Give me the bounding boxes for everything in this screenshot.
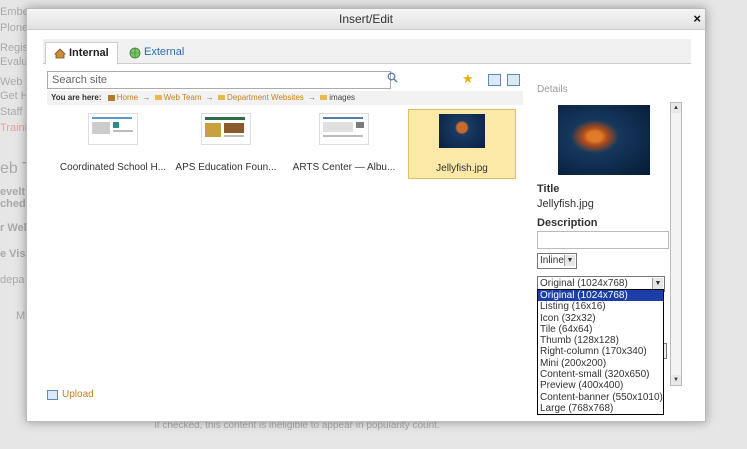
jellyfish-thumbnail (439, 114, 485, 148)
align-select-value: Inline (540, 255, 564, 266)
bg-text: Regis (0, 42, 28, 54)
title-value: Jellyfish.jpg (537, 198, 594, 210)
search-icon[interactable] (387, 72, 398, 83)
bg-text: evelt (0, 186, 26, 198)
align-select[interactable]: Inline ▼ (537, 253, 577, 269)
bg-text: eb Te (0, 160, 28, 177)
grid-view-icon[interactable] (507, 74, 520, 86)
list-view-icon[interactable] (488, 74, 501, 86)
list-item-selected[interactable]: Jellyfish.jpg (408, 109, 516, 179)
bg-text: M (16, 310, 26, 322)
description-label: Description (537, 217, 598, 229)
scroll-up-icon[interactable]: ▲ (671, 103, 681, 113)
item-caption: APS Education Foun... (175, 162, 277, 173)
description-input[interactable] (537, 231, 669, 249)
dialog-title: Insert/Edit (338, 12, 394, 26)
size-select-value: Original (1024x768) (540, 278, 628, 289)
item-caption: Coordinated School H... (59, 162, 167, 173)
size-option[interactable]: Thumb (128x128) (538, 335, 663, 346)
star-icon[interactable]: ★ (462, 72, 474, 85)
breadcrumb-item-home[interactable]: Home (117, 93, 138, 102)
breadcrumb: You are here: Home → Web Team → Departme… (47, 91, 523, 105)
bg-text: ched (0, 198, 26, 210)
folder-icon (218, 95, 226, 101)
size-option[interactable]: Preview (400x400) (538, 380, 663, 391)
upload-icon (47, 389, 58, 400)
size-option[interactable]: Listing (16x16) (538, 301, 663, 312)
close-icon[interactable]: × (693, 9, 701, 29)
page-thumbnail (319, 113, 369, 145)
bg-text: Embe (0, 6, 28, 18)
details-heading: Details (537, 84, 568, 95)
folder-icon (320, 95, 328, 101)
breadcrumb-item-images: images (329, 93, 356, 102)
tab-internal[interactable]: Internal (45, 42, 118, 65)
bg-text: Plone (0, 22, 28, 34)
breadcrumb-item-department-websites[interactable]: Department Websites (227, 93, 304, 102)
scroll-down-icon[interactable]: ▼ (671, 375, 681, 385)
bg-text: Training (0, 122, 28, 134)
item-caption: Jellyfish.jpg (436, 163, 488, 174)
folder-icon (154, 95, 162, 101)
upload-link[interactable]: Upload (47, 389, 94, 400)
list-item[interactable]: APS Education Foun... (172, 109, 280, 179)
arrow-right-icon: → (142, 93, 151, 102)
home-icon (107, 94, 115, 101)
size-option[interactable]: Tile (64x64) (538, 324, 663, 335)
size-option[interactable]: Mini (200x200) (538, 358, 663, 369)
tab-external-label: External (144, 46, 185, 58)
upload-label: Upload (62, 389, 94, 400)
size-option[interactable]: Content-banner (550x1010) (538, 392, 663, 403)
dialog-titlebar: Insert/Edit × (27, 9, 705, 30)
tab-external[interactable]: External (121, 42, 192, 63)
size-option[interactable]: Original (1024x768) (538, 290, 663, 302)
arrow-right-icon: → (308, 93, 317, 102)
size-option[interactable]: Right-column (170x340) (538, 346, 663, 357)
item-caption: ARTS Center — Albu... (292, 162, 396, 173)
tab-internal-label: Internal (69, 47, 109, 59)
chevron-down-icon: ▼ (652, 278, 663, 289)
title-label: Title (537, 183, 560, 195)
list-item[interactable]: ARTS Center — Albu... (290, 109, 398, 179)
tab-bar: Internal External (43, 39, 691, 65)
background-sidebar: Embe Plone Regis Evalua Web Te Get He St… (0, 0, 28, 449)
bg-text: Staff La (0, 106, 28, 118)
bg-text: Get He (0, 90, 28, 102)
details-scrollbar[interactable]: ▲ ▼ (670, 102, 682, 386)
bg-text: depa (0, 274, 25, 286)
size-option[interactable]: Large (768x768) (538, 403, 663, 414)
bg-text: r Web (0, 222, 28, 234)
breadcrumb-item-web-team[interactable]: Web Team (164, 93, 202, 102)
size-option[interactable]: Content-small (320x650) (538, 369, 663, 380)
search-input[interactable] (47, 71, 391, 89)
bg-text: Web Te (0, 76, 28, 88)
globe-icon (129, 47, 141, 58)
size-option[interactable]: Icon (32x32) (538, 313, 663, 324)
chevron-down-icon: ▼ (564, 255, 575, 266)
size-dropdown-list[interactable]: Original (1024x768) Listing (16x16) Icon… (537, 289, 664, 416)
page-thumbnail (201, 113, 251, 145)
bg-text: e Visi (0, 248, 28, 260)
arrow-right-icon: → (205, 93, 214, 102)
list-item[interactable]: Coordinated School H... (59, 109, 167, 179)
home-icon (54, 48, 66, 59)
breadcrumb-prefix: You are here: (51, 93, 102, 102)
page-thumbnail (88, 113, 138, 145)
image-preview (558, 105, 650, 175)
bg-text: Evalua (0, 56, 28, 68)
